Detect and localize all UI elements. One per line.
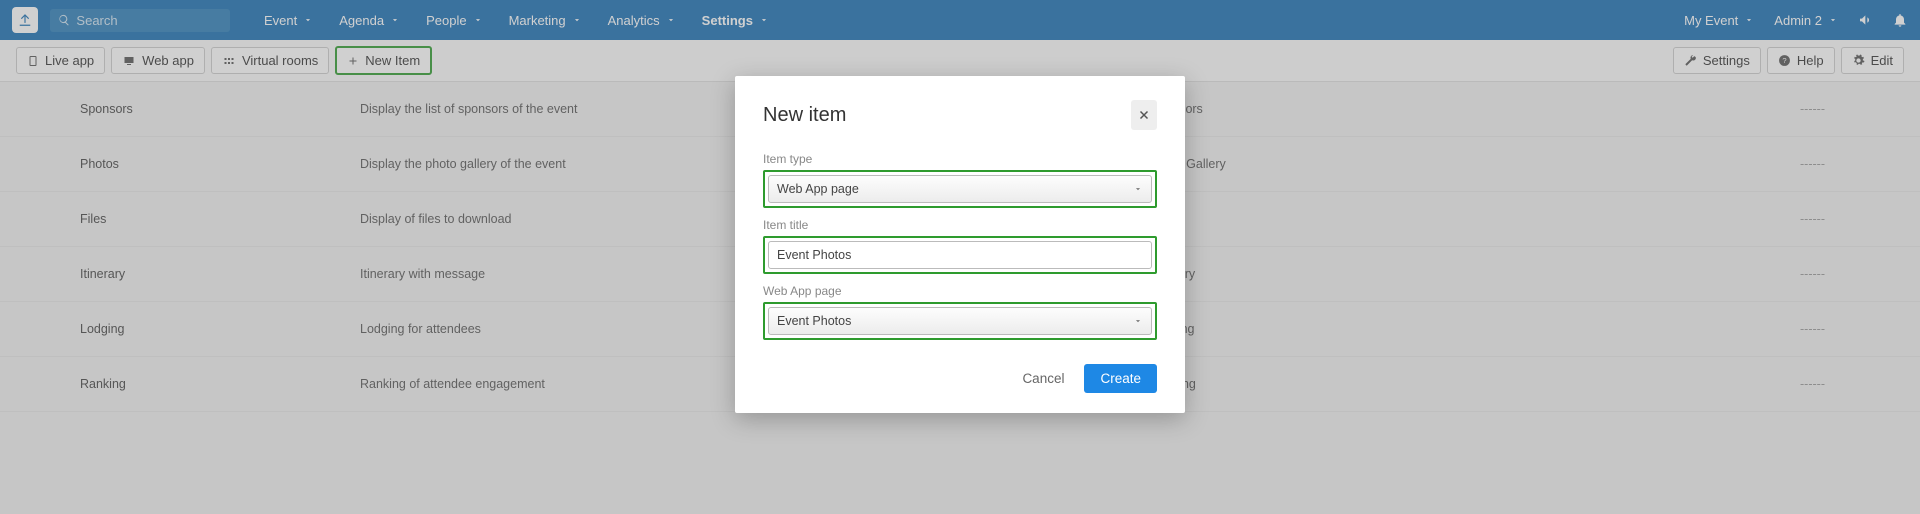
create-button[interactable]: Create	[1084, 364, 1157, 393]
item-type-field: Web App page	[763, 170, 1157, 208]
select-value: Event Photos	[777, 314, 851, 328]
modal-title: New item	[763, 104, 846, 127]
chevron-down-icon	[1133, 316, 1143, 326]
item-title-field	[763, 236, 1157, 274]
chevron-down-icon	[1133, 184, 1143, 194]
web-page-field: Event Photos	[763, 302, 1157, 340]
item-type-select[interactable]: Web App page	[768, 175, 1152, 203]
new-item-modal: New item Item type Web App page Item tit…	[735, 76, 1185, 413]
modal-overlay: New item Item type Web App page Item tit…	[0, 0, 1920, 514]
select-value: Web App page	[777, 182, 859, 196]
item-type-label: Item type	[763, 152, 1157, 166]
cancel-button[interactable]: Cancel	[1022, 371, 1064, 386]
close-button[interactable]	[1131, 100, 1157, 130]
item-title-label: Item title	[763, 218, 1157, 232]
close-icon	[1138, 109, 1150, 121]
web-page-select[interactable]: Event Photos	[768, 307, 1152, 335]
web-page-label: Web App page	[763, 284, 1157, 298]
item-title-input[interactable]	[768, 241, 1152, 269]
